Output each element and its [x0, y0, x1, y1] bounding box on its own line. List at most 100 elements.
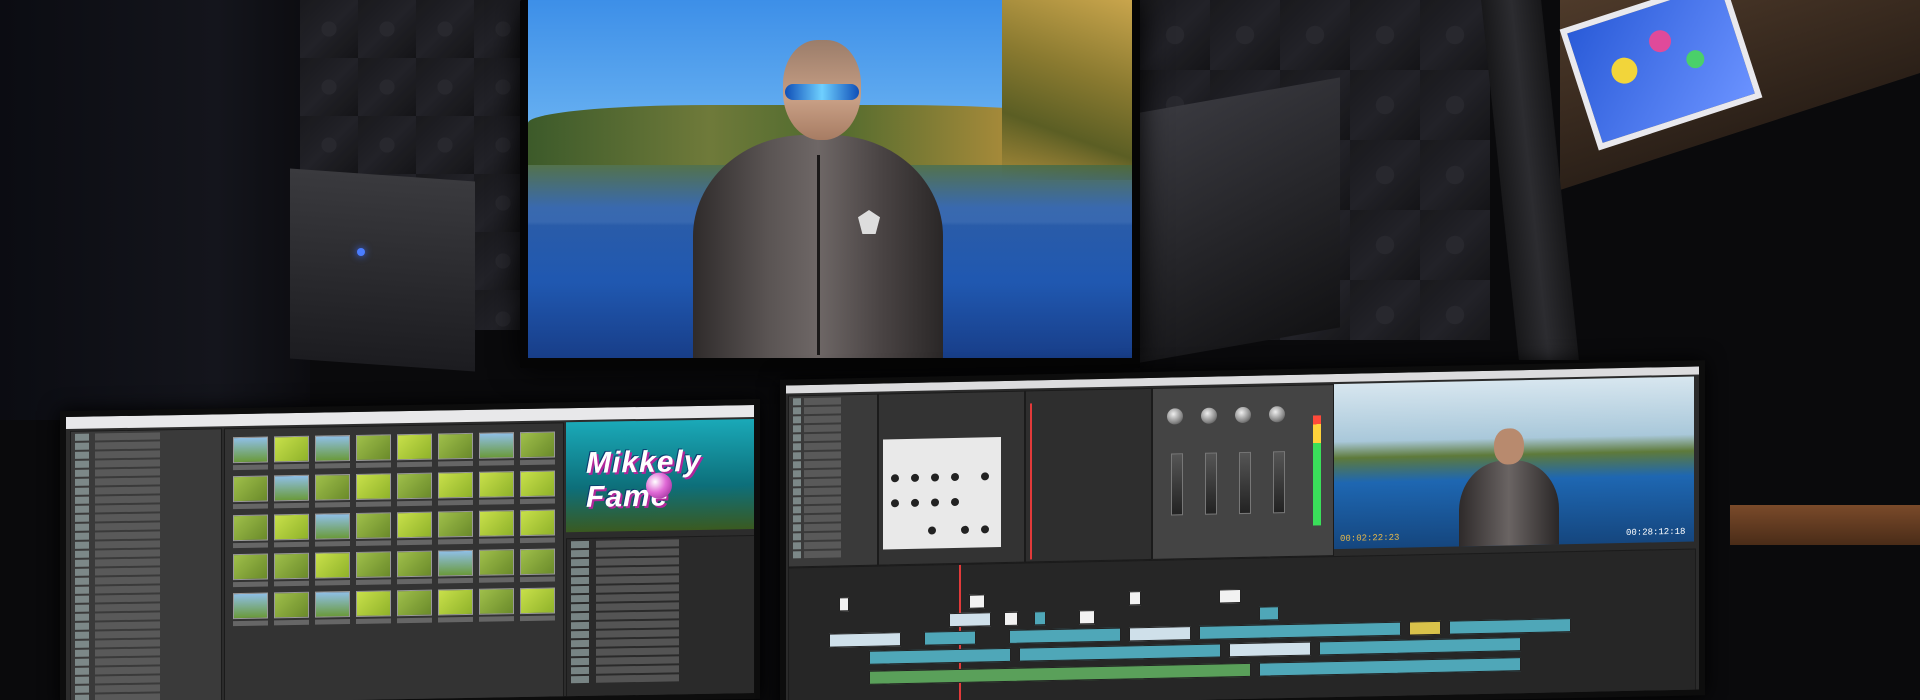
thumbnail[interactable]	[274, 513, 309, 548]
timeline-clip[interactable]	[1319, 637, 1521, 656]
thumbnail[interactable]	[315, 591, 350, 625]
timeline-clip[interactable]	[1004, 611, 1018, 626]
effect-item[interactable]	[793, 405, 873, 415]
tree-row[interactable]	[75, 692, 217, 700]
effect-item[interactable]	[793, 441, 873, 451]
effect-item[interactable]	[793, 549, 873, 559]
thumbnail[interactable]	[438, 471, 473, 506]
thumbnail[interactable]	[315, 474, 350, 508]
tree-row[interactable]	[75, 683, 217, 693]
thumbnail[interactable]	[274, 552, 309, 587]
timeline-clip[interactable]	[1034, 611, 1046, 626]
thumbnail[interactable]	[397, 589, 432, 624]
thumbnail[interactable]	[356, 590, 391, 624]
timeline-clip[interactable]	[1129, 591, 1141, 606]
tree-row[interactable]	[75, 503, 217, 513]
playhead[interactable]	[1030, 403, 1032, 560]
effect-item[interactable]	[793, 432, 873, 442]
thumbnail[interactable]	[520, 548, 555, 583]
timeline-clip[interactable]	[1019, 643, 1221, 662]
thumbnail[interactable]	[315, 552, 350, 586]
thumbnail[interactable]	[397, 550, 432, 585]
timeline-clip[interactable]	[839, 597, 849, 612]
effects-panel[interactable]	[788, 393, 878, 568]
timeline-clip[interactable]	[949, 612, 991, 628]
thumbnail[interactable]	[520, 431, 555, 466]
effect-item[interactable]	[793, 450, 873, 460]
pan-knob[interactable]	[1269, 406, 1285, 423]
thumbnail[interactable]	[315, 435, 350, 469]
timeline-clip[interactable]	[1129, 626, 1191, 642]
thumbnail[interactable]	[356, 512, 391, 546]
tree-row[interactable]	[75, 665, 217, 675]
thumbnail[interactable]	[233, 475, 268, 510]
timeline-panel[interactable]	[788, 548, 1696, 700]
effect-item[interactable]	[793, 477, 873, 487]
timeline-clip[interactable]	[1199, 621, 1401, 640]
effect-item[interactable]	[793, 414, 873, 424]
tree-row[interactable]	[75, 647, 217, 657]
tree-row[interactable]	[75, 575, 217, 585]
timeline-clip[interactable]	[1259, 657, 1521, 677]
effect-item[interactable]	[793, 423, 873, 433]
tree-row[interactable]	[75, 656, 217, 666]
volume-fader[interactable]	[1171, 453, 1183, 516]
tree-row[interactable]	[75, 476, 217, 486]
effect-item[interactable]	[793, 531, 873, 541]
thumbnail[interactable]	[479, 471, 514, 505]
pan-knob[interactable]	[1201, 407, 1217, 424]
tree-row[interactable]	[75, 494, 217, 504]
tree-row[interactable]	[75, 620, 217, 630]
thumbnail[interactable]	[438, 549, 473, 584]
tree-row[interactable]	[75, 593, 217, 603]
tree-row[interactable]	[75, 431, 217, 441]
tree-row[interactable]	[75, 548, 217, 558]
thumbnail[interactable]	[315, 513, 350, 547]
effect-item[interactable]	[793, 396, 873, 406]
effect-grid-preview[interactable]	[883, 437, 1001, 550]
thumbnail[interactable]	[233, 436, 268, 471]
tree-row[interactable]	[75, 629, 217, 639]
effect-item[interactable]	[793, 540, 873, 550]
tree-row[interactable]	[75, 539, 217, 549]
keyframe-panel[interactable]	[1025, 387, 1152, 563]
timeline-clip[interactable]	[1009, 627, 1121, 644]
effect-item[interactable]	[793, 468, 873, 478]
timeline-clip[interactable]	[869, 662, 1251, 685]
thumbnail[interactable]	[274, 591, 309, 626]
effect-item[interactable]	[793, 513, 873, 523]
thumbnail[interactable]	[479, 588, 514, 622]
thumbnail[interactable]	[438, 588, 473, 623]
timeline-clip[interactable]	[1449, 618, 1571, 635]
tree-row[interactable]	[75, 485, 217, 495]
volume-fader[interactable]	[1205, 452, 1217, 515]
thumbnail[interactable]	[397, 433, 432, 468]
thumbnail[interactable]	[274, 474, 309, 509]
thumbnail[interactable]	[438, 510, 473, 545]
thumbnail[interactable]	[233, 553, 268, 588]
thumbnail[interactable]	[274, 435, 309, 470]
thumbnail[interactable]	[438, 432, 473, 467]
thumbnail[interactable]	[520, 509, 555, 544]
tree-row[interactable]	[75, 521, 217, 531]
thumbnail[interactable]	[479, 510, 514, 544]
timeline-clip[interactable]	[1219, 589, 1241, 604]
timeline-clip[interactable]	[1229, 641, 1311, 658]
pan-knob[interactable]	[1235, 406, 1251, 424]
pan-knob[interactable]	[1167, 408, 1183, 425]
thumbnail[interactable]	[479, 432, 514, 466]
effect-item[interactable]	[793, 486, 873, 496]
thumbnail[interactable]	[520, 470, 555, 505]
volume-fader[interactable]	[1273, 451, 1285, 514]
thumbnail[interactable]	[397, 472, 432, 507]
tree-row[interactable]	[75, 449, 217, 459]
timeline-clip[interactable]	[1079, 610, 1095, 625]
effect-item[interactable]	[793, 459, 873, 469]
folder-tree-panel[interactable]	[70, 428, 222, 700]
thumbnail[interactable]	[356, 473, 391, 507]
tree-row[interactable]	[75, 530, 217, 540]
tree-row[interactable]	[75, 638, 217, 648]
tree-row[interactable]	[75, 602, 217, 612]
tree-row[interactable]	[75, 566, 217, 576]
tree-row[interactable]	[75, 467, 217, 477]
